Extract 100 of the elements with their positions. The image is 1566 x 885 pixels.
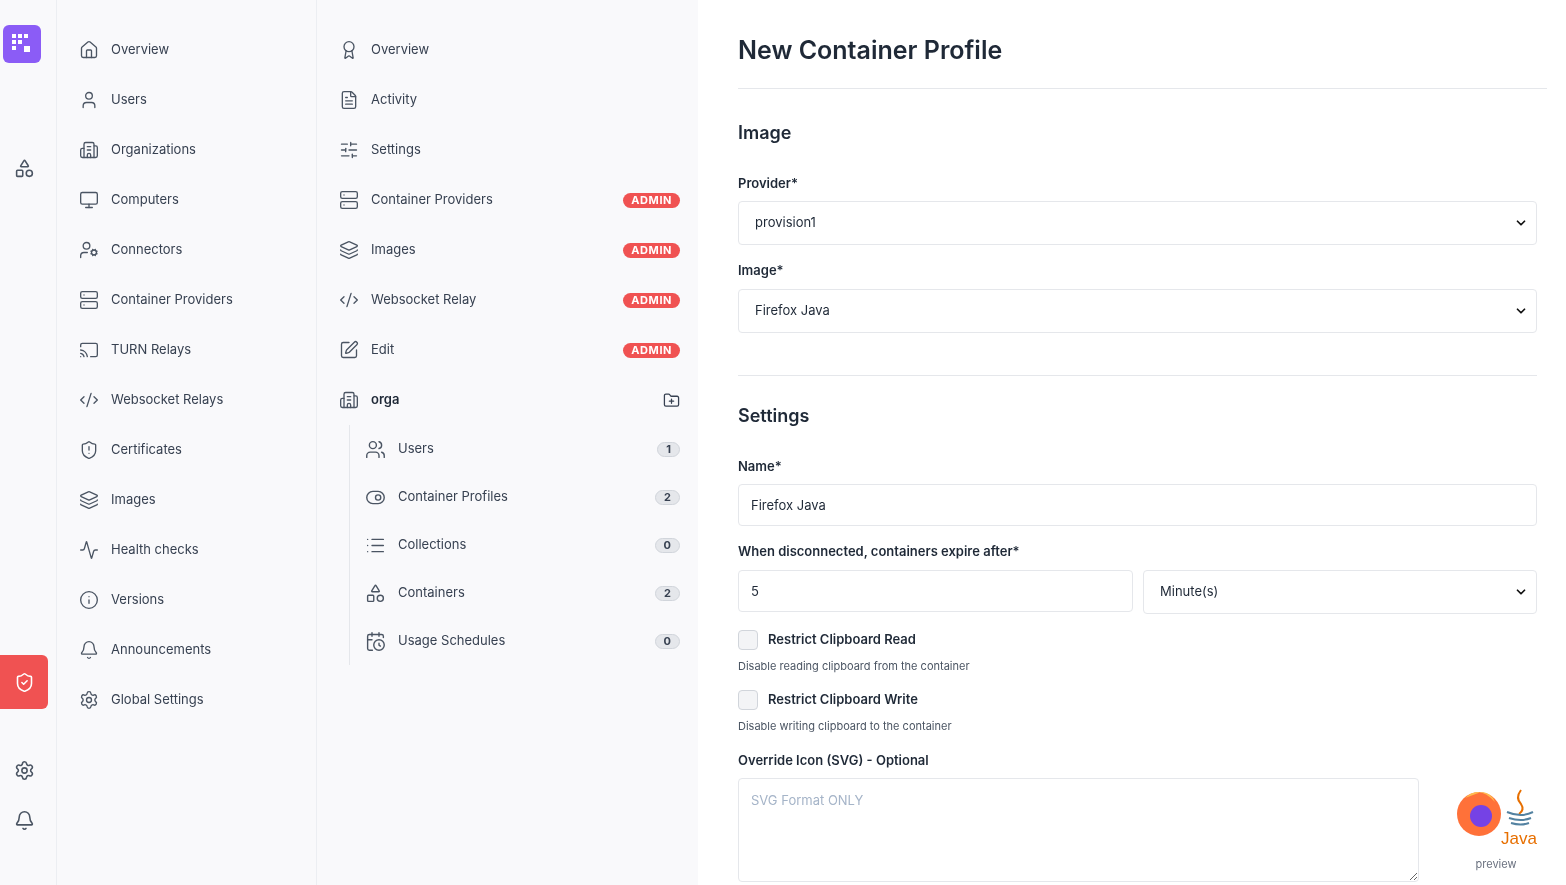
nav-label: Users: [398, 439, 435, 459]
help-text: Disable reading clipboard from the container: [738, 657, 971, 674]
nav-link[interactable]: Activity: [339, 75, 680, 125]
duration-input[interactable]: 5: [738, 569, 1133, 612]
field-label: When disconnected, containers expire after*: [738, 542, 1021, 561]
nav-label: Images: [371, 240, 417, 260]
nav-link[interactable]: Container Profiles 2: [365, 473, 680, 521]
section-heading: Image: [738, 120, 793, 145]
home-icon: [79, 40, 99, 60]
nav-link[interactable]: Certificates: [79, 425, 294, 475]
notifications-icon: [13, 809, 35, 831]
checkbox[interactable]: [738, 629, 758, 650]
select-value: Minute(s): [1160, 581, 1219, 601]
admin-badge: ADMIN: [623, 192, 680, 208]
nav-link[interactable]: Organizations: [79, 125, 294, 175]
logo-icon: [12, 34, 32, 54]
field-label: Provider*: [738, 173, 799, 193]
server-icon: [339, 190, 359, 210]
select-value: provision1: [755, 213, 816, 233]
nav-label: Containers: [398, 583, 466, 603]
shield-icon: [79, 440, 99, 460]
layers-icon: [339, 240, 359, 260]
building-icon: [79, 140, 99, 160]
nav-label: Settings: [371, 140, 422, 160]
nav-link[interactable]: Announcements: [79, 625, 294, 675]
code-icon: [339, 290, 359, 310]
nav-link[interactable]: Settings: [339, 125, 680, 175]
nav-label: Usage Schedules: [398, 631, 507, 651]
nav-link[interactable]: Collections 0: [365, 521, 680, 569]
calendar-clock-icon: [365, 630, 386, 652]
checkbox-label: Restrict Clipboard Read: [768, 629, 916, 649]
document-icon: [339, 90, 359, 110]
select-field[interactable]: Firefox Java: [738, 288, 1537, 333]
building-icon: [339, 390, 359, 410]
cast-icon: [79, 340, 99, 360]
count-badge: 0: [654, 537, 680, 553]
checkbox[interactable]: [738, 690, 758, 710]
nav-link[interactable]: Container Providers ADMIN: [339, 175, 680, 225]
admin-badge: ADMIN: [623, 342, 680, 358]
nav-label: Collections: [398, 535, 468, 555]
section-heading: Settings: [738, 403, 811, 428]
rail-button[interactable]: [0, 655, 48, 709]
nav-label: Activity: [371, 90, 419, 110]
nav-link[interactable]: Connectors: [79, 225, 294, 275]
app-logo[interactable]: [3, 25, 41, 63]
count-badge: 0: [654, 633, 680, 649]
nav-link[interactable]: Websocket Relay ADMIN: [339, 275, 680, 325]
count-badge: 2: [655, 585, 680, 601]
count-badge: 1: [657, 441, 680, 457]
sliders-icon: [339, 140, 359, 160]
gear-icon: [79, 690, 99, 710]
nav-link[interactable]: Versions: [79, 575, 294, 625]
page-title: New Container Profile: [738, 32, 1547, 89]
group-label[interactable]: orga: [371, 390, 651, 410]
nav-label: Edit: [371, 340, 396, 360]
select-field[interactable]: provision1: [738, 201, 1537, 245]
settings-icon: [13, 759, 35, 781]
nav-link[interactable]: Websocket Relays: [79, 375, 294, 425]
name-input[interactable]: Firefox Java: [738, 484, 1537, 526]
users-icon: [365, 438, 386, 460]
server-icon: [79, 290, 99, 310]
info-icon: [79, 590, 99, 610]
monitor-icon: [79, 190, 99, 210]
admin-badge: ADMIN: [623, 292, 680, 308]
nav-link[interactable]: Users: [79, 75, 294, 125]
nav-label: Container Providers: [371, 190, 494, 210]
add-folder-button[interactable]: [663, 391, 680, 409]
field-label: Image*: [738, 261, 785, 280]
nav-link[interactable]: Images: [79, 475, 294, 525]
nav-link[interactable]: Edit ADMIN: [339, 325, 680, 375]
nav-link[interactable]: Computers: [79, 175, 294, 225]
nav-link[interactable]: Health checks: [79, 525, 294, 575]
field-label: Name*: [738, 456, 783, 476]
code-icon: [79, 390, 99, 410]
nav-link[interactable]: Overview: [339, 25, 680, 75]
nav-link[interactable]: TURN Relays: [79, 325, 294, 375]
nav-link[interactable]: Usage Schedules 0: [365, 617, 680, 665]
nav-link[interactable]: Images ADMIN: [339, 225, 680, 275]
shapes-icon: [365, 582, 386, 604]
select-field[interactable]: Minute(s): [1143, 569, 1537, 614]
nav-label: Container Profiles: [398, 487, 509, 507]
select-value: Firefox Java: [755, 300, 830, 320]
field-label: Override Icon (SVG) - Optional: [738, 750, 930, 770]
help-text: Disable writing clipboard to the container: [738, 718, 953, 735]
checkbox-label: Restrict Clipboard Write: [768, 690, 918, 710]
apps-icon: [13, 157, 35, 179]
nav-link[interactable]: Users 1: [365, 425, 680, 473]
nav-link[interactable]: Global Settings: [79, 675, 294, 725]
layers-icon: [79, 490, 99, 510]
nav-link[interactable]: Containers 2: [365, 569, 680, 617]
nav-label: Overview: [371, 40, 431, 60]
admin-badge: ADMIN: [623, 242, 680, 258]
edit-icon: [339, 340, 359, 360]
firefox-java-logo-drawing: Java: [1455, 788, 1537, 850]
nav-link[interactable]: Container Providers: [79, 275, 294, 325]
preview-caption: preview: [1475, 856, 1517, 873]
pulse-icon: [79, 540, 99, 560]
nav-link[interactable]: Overview: [79, 25, 294, 75]
svg-textarea[interactable]: SVG Format ONLY: [738, 778, 1419, 882]
nav-label: Websocket Relay: [371, 290, 478, 310]
